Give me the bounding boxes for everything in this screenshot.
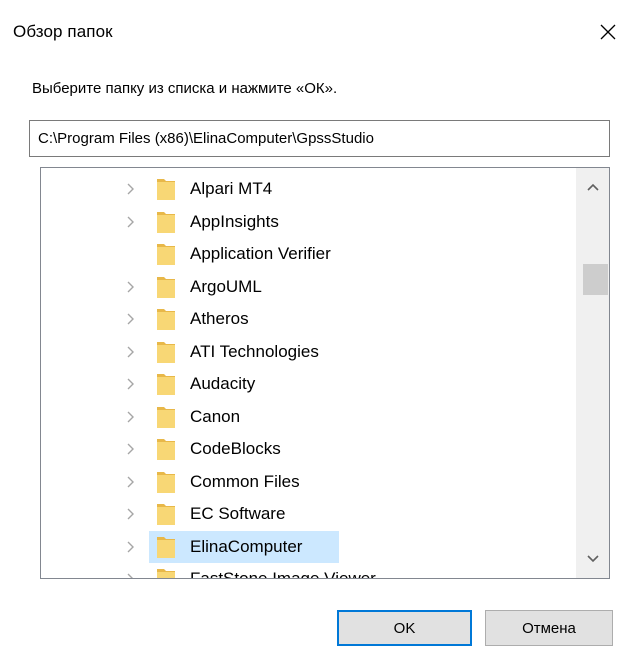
folder-item[interactable]: EC Software [41, 498, 577, 531]
folder-icon [157, 309, 175, 330]
folder-icon [157, 179, 175, 200]
window-title: Обзор папок [13, 22, 113, 41]
folder-label: ArgoUML [190, 276, 262, 296]
folder-icon [157, 536, 175, 558]
chevron-right-icon[interactable] [125, 280, 137, 294]
chevron-up-icon [586, 183, 599, 191]
folder-label: CodeBlocks [190, 439, 281, 458]
folder-label: Alpari MT4 [190, 179, 273, 198]
folder-icon [157, 341, 175, 363]
folder-item[interactable]: AppInsights [41, 206, 577, 239]
chevron-right-icon[interactable] [125, 475, 137, 489]
folder-item[interactable]: Application Verifier [41, 238, 577, 271]
chevron-right-icon[interactable] [125, 507, 137, 521]
folder-label: AppInsights [190, 211, 279, 231]
chevron-right-icon[interactable] [125, 442, 137, 456]
folder-item[interactable]: Common Files [41, 466, 577, 499]
folder-tree[interactable]: Alpari MT4 AppInsights Application Verifie… [40, 167, 610, 579]
chevron-right-icon[interactable] [125, 572, 137, 579]
instruction-text: Выберите папку из списка и нажмите «ОК». [32, 80, 338, 97]
chevron-right-icon[interactable] [125, 312, 137, 326]
folder-item[interactable]: ElinaComputer [41, 530, 577, 564]
scroll-thumb[interactable] [583, 264, 608, 295]
folder-icon [157, 276, 175, 298]
chevron-right-icon[interactable] [125, 540, 137, 554]
folder-item[interactable]: Audacity [41, 368, 577, 401]
close-button[interactable] [585, 10, 631, 54]
folder-label: Application Verifier [190, 244, 331, 263]
folder-label: EC Software [190, 504, 286, 523]
chevron-right-icon[interactable] [125, 410, 137, 424]
folder-item[interactable]: Canon [41, 401, 577, 434]
folder-icon [157, 406, 175, 428]
folder-icon [157, 569, 175, 578]
folder-label: Canon [190, 406, 241, 426]
folder-label: FastStone Image Viewer [190, 569, 376, 579]
ok-button[interactable]: OK [337, 610, 472, 646]
folder-label: ATI Technologies [190, 341, 319, 361]
folder-icon [157, 471, 175, 493]
folder-icon [157, 374, 175, 395]
folder-item[interactable]: FastStone Image Viewer [41, 563, 577, 579]
vertical-scrollbar[interactable] [576, 168, 609, 578]
folder-item[interactable]: ArgoUML [41, 271, 577, 304]
cancel-button[interactable]: Отмена [485, 610, 613, 646]
folder-icon [157, 244, 175, 265]
scroll-up-button[interactable] [576, 168, 609, 206]
chevron-right-icon[interactable] [125, 215, 137, 229]
folder-item[interactable]: Atheros [41, 303, 577, 336]
chevron-right-icon[interactable] [125, 345, 137, 359]
folder-icon [157, 504, 175, 525]
close-icon [600, 24, 616, 40]
folder-item[interactable]: Alpari MT4 [41, 173, 577, 206]
chevron-down-icon [586, 555, 599, 563]
folder-label: Atheros [190, 309, 249, 328]
folder-label: Audacity [190, 374, 256, 393]
folder-list: Alpari MT4 AppInsights Application Verifie… [41, 173, 577, 579]
folder-icon [157, 439, 175, 460]
title-bar: Обзор папок [0, 0, 631, 66]
chevron-right-icon[interactable] [125, 377, 137, 391]
folder-label: ElinaComputer [190, 536, 303, 556]
folder-browser-dialog: Обзор папок Выберите папку из списка и н… [0, 0, 631, 659]
folder-icon [157, 211, 175, 233]
chevron-right-icon[interactable] [125, 182, 137, 196]
folder-item[interactable]: ATI Technologies [41, 336, 577, 369]
path-field[interactable] [29, 120, 610, 157]
scroll-down-button[interactable] [576, 540, 609, 578]
folder-label: Common Files [190, 471, 300, 491]
folder-item[interactable]: CodeBlocks [41, 433, 577, 466]
